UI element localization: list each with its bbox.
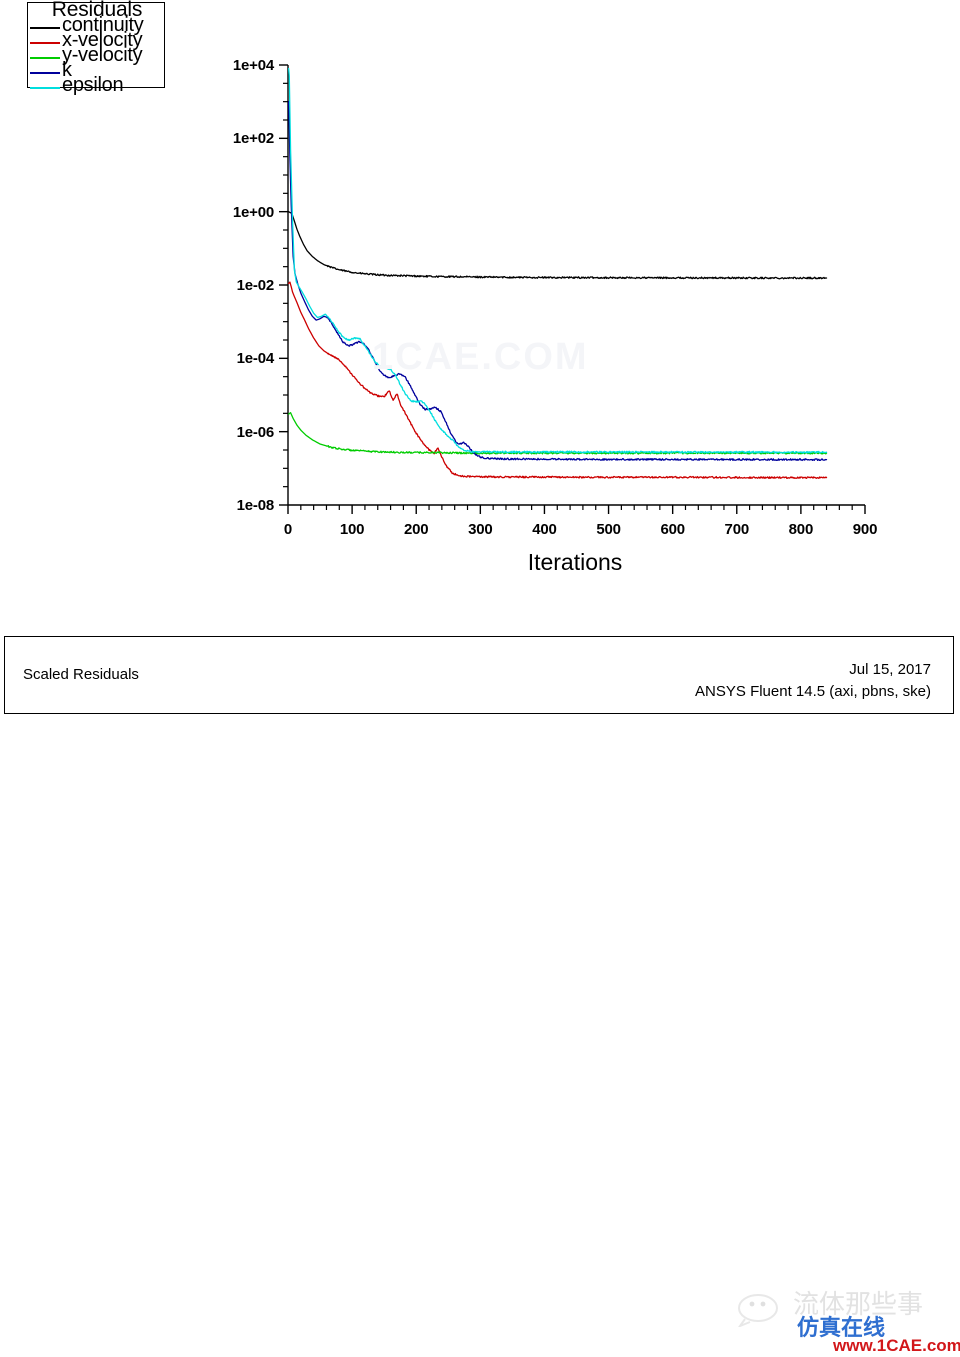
legend-swatch-icon	[30, 42, 60, 44]
y-axis-tick-label: 1e+00	[232, 203, 274, 221]
y-axis-tick-label: 1e-04	[236, 350, 275, 368]
y-axis-tick-label: 1e-02	[236, 277, 275, 294]
x-axis-tick-label: 300	[468, 521, 493, 538]
x-axis-tick-label: 500	[596, 521, 621, 538]
center-watermark: 1CAE.COM	[372, 336, 589, 378]
series-line-y-velocity	[287, 412, 828, 455]
legend-swatch-icon	[30, 72, 60, 74]
x-axis-tick-label: 900	[852, 521, 878, 538]
x-axis-tick-label: 100	[339, 521, 365, 538]
legend-item-epsilon[interactable]: epsilon	[28, 75, 166, 96]
y-axis-tick-label: 1e-08	[236, 497, 275, 514]
y-axis-tick-label: 1e+02	[232, 130, 274, 148]
y-axis-tick-label: 1e+04	[232, 57, 274, 74]
wechat-icon	[738, 1294, 778, 1327]
legend: Residuals continuity x-velocity y-velocity…	[27, 0, 165, 95]
series-line-x-velocity	[287, 281, 828, 480]
x-axis-tick-label: 800	[788, 521, 814, 538]
x-axis-tick-label: 0	[283, 521, 293, 538]
legend-swatch-icon	[30, 87, 60, 89]
x-axis-tick-label: 200	[404, 521, 429, 538]
legend-item-label: epsilon	[62, 74, 124, 96]
watermark-cn-blue: 仿真在线	[797, 1315, 886, 1340]
series-line-epsilon	[287, 67, 828, 454]
x-axis-tick-label: 600	[660, 521, 685, 538]
watermark-url: www.1CAE.com	[833, 1336, 960, 1355]
plot-title: Scaled Residuals	[23, 666, 139, 683]
series-line-k	[287, 101, 828, 462]
watermark-cn-gray: 流体那些事	[793, 1289, 924, 1319]
solver-info: ANSYS Fluent 14.5 (axi, pbns, ske)	[695, 683, 931, 700]
legend-swatch-icon	[30, 27, 60, 29]
info-bar: Scaled Residuals Jul 15, 2017 ANSYS Flue…	[4, 636, 960, 1354]
plot-date: Jul 15, 2017	[849, 661, 931, 678]
x-axis-title: Iterations	[527, 549, 623, 575]
residuals-plot: 1CAE.COM Residuals continuity x-velocity y…	[0, 0, 960, 620]
x-axis-tick-label: 400	[532, 521, 557, 538]
legend-swatch-icon	[30, 57, 60, 59]
series-line-continuity	[287, 211, 828, 280]
y-axis-tick-label: 1e-06	[236, 423, 275, 441]
x-axis-tick-label: 700	[724, 521, 750, 538]
legend-item-label: y-velocity	[62, 44, 143, 66]
corner-watermark: 流体那些事 仿真在线 www.1CAE.com	[737, 1283, 960, 1357]
